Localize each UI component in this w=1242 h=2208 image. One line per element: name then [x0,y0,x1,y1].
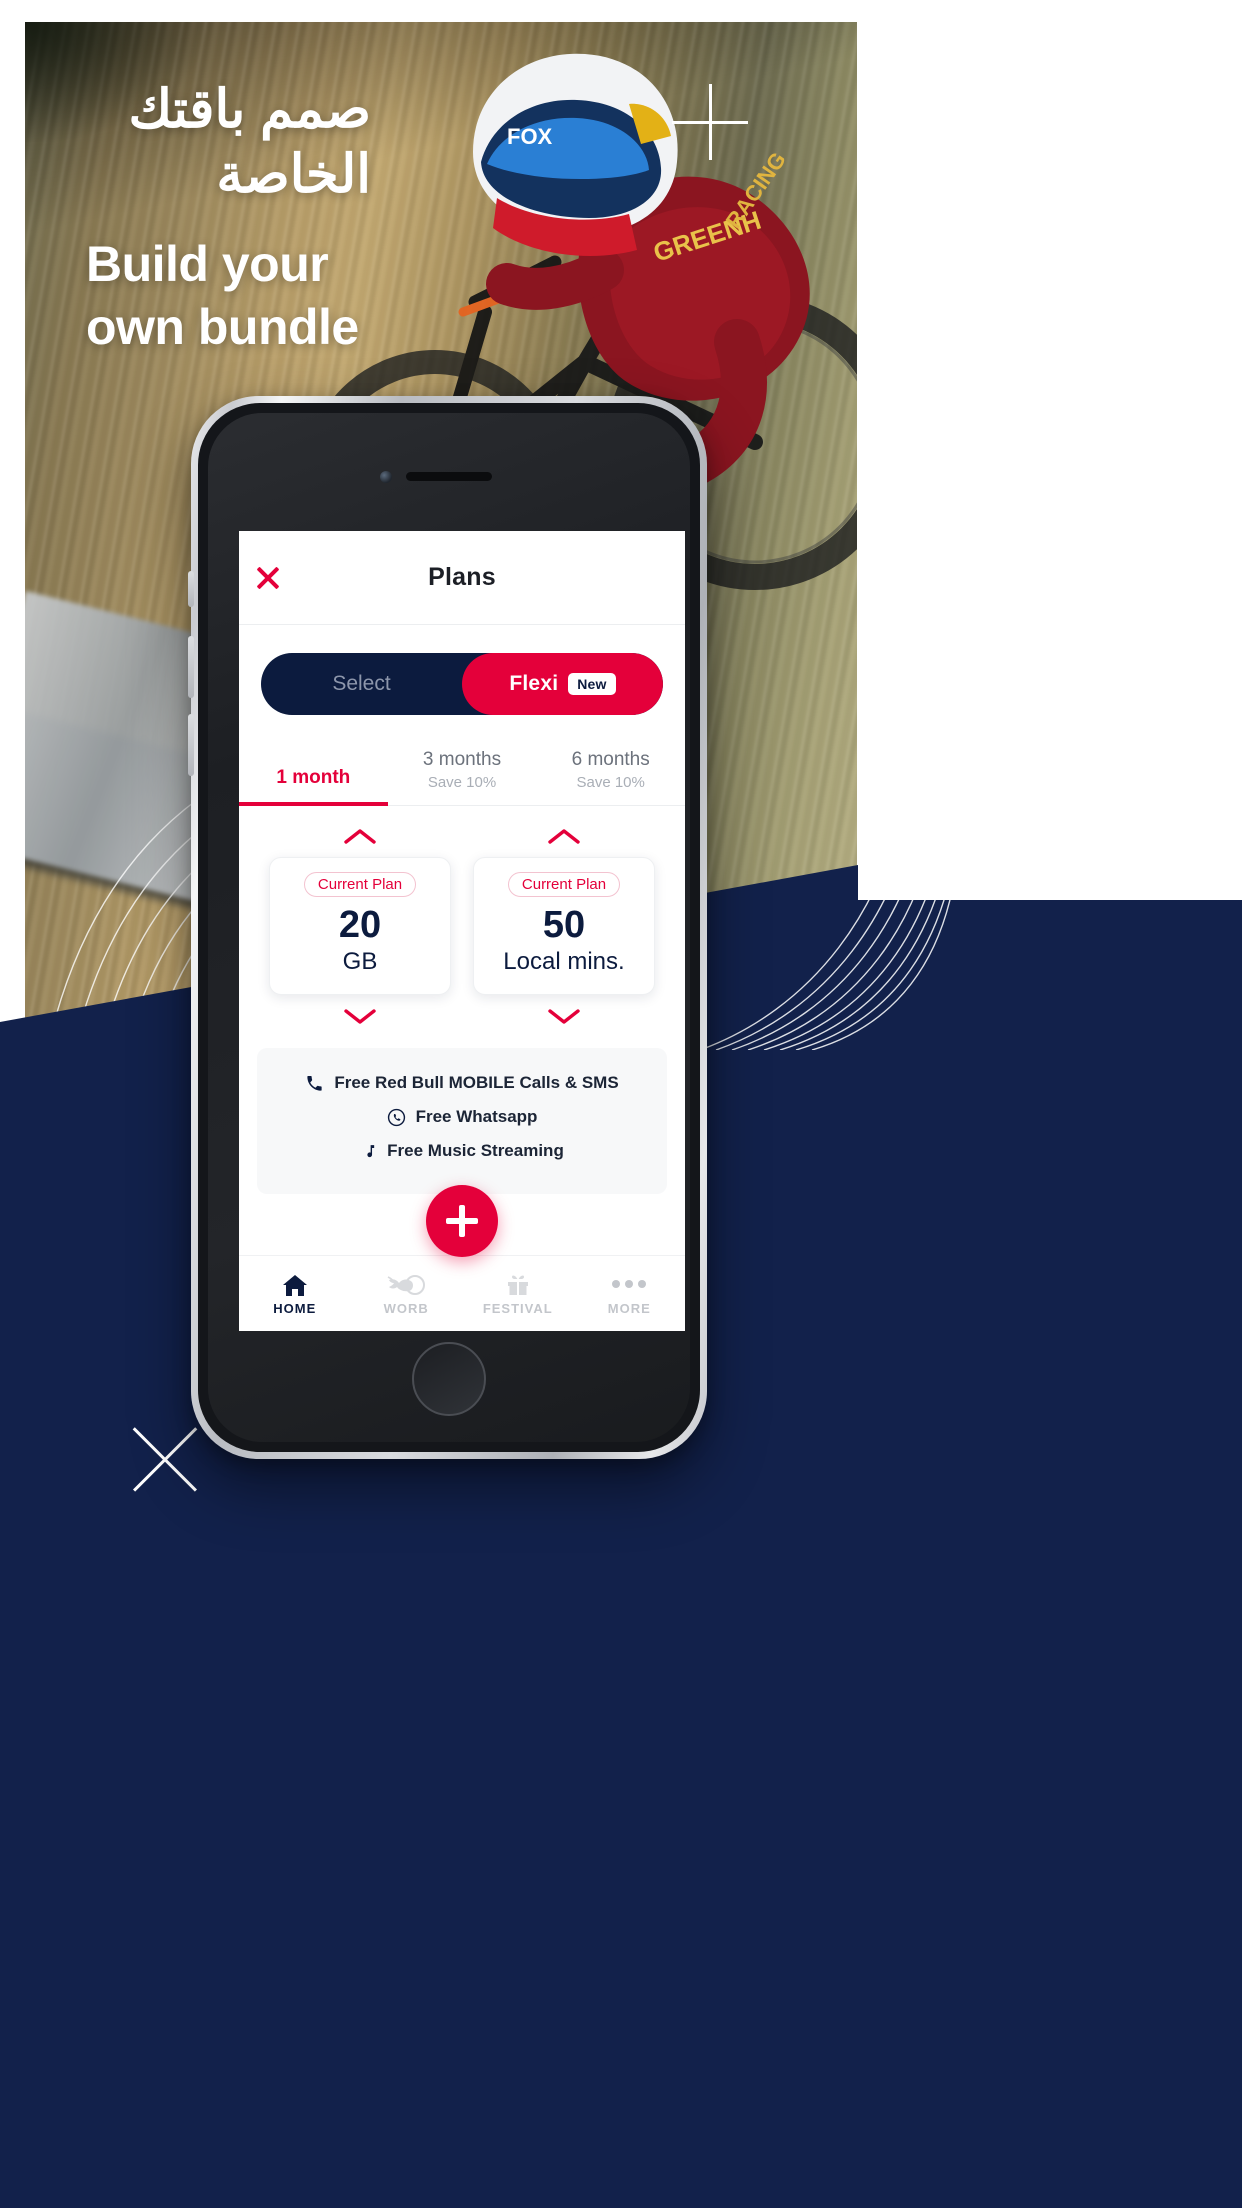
tab-3-months-label: 3 months [422,749,502,770]
toggle-option-select[interactable]: Select [261,653,462,715]
nav-item-festival-label: FESTIVAL [482,1301,553,1316]
plan-card[interactable]: Current Plan 20 GB [269,857,451,995]
chevron-down-icon[interactable] [343,1006,377,1026]
bull-icon [386,1271,426,1297]
nav-item-home-label: HOME [273,1301,317,1316]
period-tabs: 1 month 3 months Save 10% 6 months Save … [239,741,685,806]
toggle-option-select-label: Select [332,672,391,695]
plan-stepper-cards: Current Plan 20 GB Current Plan 50 Local… [239,806,685,1026]
phone-icon [305,1074,324,1093]
nav-item-more[interactable]: MORE [574,1271,686,1316]
plan-type-toggle-wrap: Select Flexi New [239,625,685,715]
bottom-navigation: HOME WORB FESTIVAL MORE [239,1255,685,1331]
phone-home-button[interactable] [412,1342,486,1416]
nav-item-worb-label: WORB [383,1301,429,1316]
add-bundle-fab-button[interactable] [426,1185,498,1257]
toggle-option-flexi-label: Flexi [509,672,559,695]
benefit-label: Free Whatsapp [415,1107,538,1126]
benefit-item: Free Music Streaming [267,1134,657,1168]
nav-item-festival[interactable]: FESTIVAL [462,1271,574,1316]
app-screen: Plans Select Flexi New 1 month 3 months … [239,531,685,1331]
chevron-up-icon[interactable] [547,826,581,846]
whatsapp-icon [387,1108,406,1127]
plan-value: 20 [338,904,382,946]
chevron-up-icon[interactable] [343,826,377,846]
phone-earpiece-speaker [406,472,492,481]
plan-card-minutes: Current Plan 50 Local mins. [473,826,655,1026]
benefit-item: Free Red Bull MOBILE Calls & SMS [267,1066,657,1100]
nav-item-home[interactable]: HOME [239,1271,351,1316]
phone-volume-down-button [188,714,194,776]
page-title: Plans [428,563,496,591]
headline-arabic: صمم باقتك الخاصة [128,80,371,204]
phone-mockup: Plans Select Flexi New 1 month 3 months … [188,396,707,1459]
toggle-option-flexi[interactable]: Flexi New [462,653,663,715]
poster-root: GREENH RACING FOX صمم باقتك الخاصة Build… [0,0,1242,2208]
plus-mark-icon [672,84,748,160]
tab-6-months[interactable]: 6 months Save 10% [536,741,685,805]
nav-item-worb[interactable]: WORB [351,1271,463,1316]
tab-1-month-label: 1 month [276,767,351,788]
headline-english-line2: own bundle [86,299,359,356]
benefit-item: Free Whatsapp [267,1100,657,1134]
phone-bezel: Plans Select Flexi New 1 month 3 months … [198,403,700,1452]
plan-value: 50 [542,904,586,946]
home-icon [282,1271,308,1297]
plan-card[interactable]: Current Plan 50 Local mins. [473,857,655,995]
benefit-label: Free Music Streaming [387,1141,564,1160]
tab-6-months-label: 6 months [571,749,650,770]
tab-3-months[interactable]: 3 months Save 10% [388,741,537,805]
benefits-list: Free Red Bull MOBILE Calls & SMS Free Wh… [257,1048,667,1194]
music-note-icon [360,1142,377,1161]
phone-glass: Plans Select Flexi New 1 month 3 months … [208,413,690,1442]
gift-icon [506,1271,530,1297]
chevron-down-icon[interactable] [547,1006,581,1026]
tab-3-months-sub: Save 10% [427,774,497,791]
plan-card-data: Current Plan 20 GB [269,826,451,1026]
close-icon[interactable] [255,565,281,591]
phone-front-camera [380,471,392,483]
phone-volume-up-button [188,636,194,698]
phone-mute-switch [188,571,194,607]
white-right-strip [858,0,1242,900]
headline-block: صمم باقتك الخاصة Build your own bundle [86,78,606,359]
plan-type-toggle[interactable]: Select Flexi New [261,653,663,715]
new-badge: New [568,673,616,695]
headline-english-line1: Build your [86,236,329,293]
more-dots-icon [612,1271,647,1297]
tab-6-months-sub: Save 10% [576,774,645,791]
benefit-label: Free Red Bull MOBILE Calls & SMS [334,1073,619,1092]
nav-item-more-label: MORE [607,1301,651,1316]
plan-unit: Local mins. [503,948,625,975]
status-badge: Current Plan [507,872,621,897]
tab-1-month[interactable]: 1 month [239,741,388,806]
plan-unit: GB [342,948,378,975]
app-header: Plans [239,531,685,625]
status-badge: Current Plan [303,872,417,897]
